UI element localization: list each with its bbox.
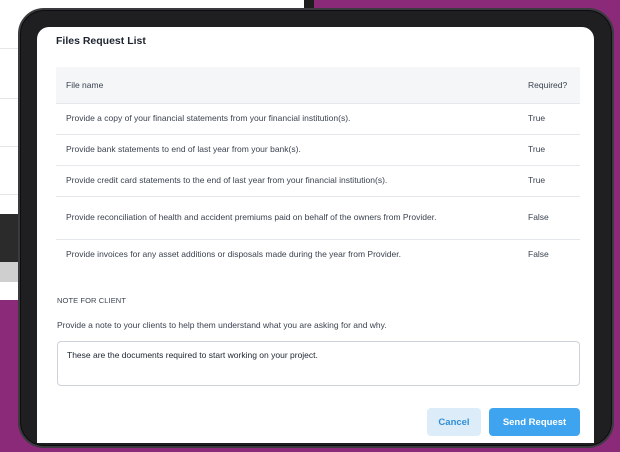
table-row: Provide bank statements to end of last y… [56,133,580,165]
file-name-cell: Provide a copy of your financial stateme… [56,102,518,134]
required-cell: True [518,102,580,134]
table-row: Provide reconciliation of health and acc… [56,195,580,239]
file-name-cell: Provide reconciliation of health and acc… [56,195,518,239]
table-header-row: File name Required? [56,67,580,103]
note-heading: NOTE FOR CLIENT [57,296,127,305]
required-cell: False [518,195,580,239]
cancel-button[interactable]: Cancel [427,408,481,436]
required-cell: True [518,133,580,165]
send-request-button[interactable]: Send Request [489,408,580,436]
table-row: Provide credit card statements to the en… [56,164,580,196]
note-description: Provide a note to your clients to help t… [57,320,387,330]
column-header-required: Required? [528,79,568,90]
file-name-cell: Provide invoices for any asset additions… [56,238,518,270]
required-cell: False [518,238,580,270]
required-cell: True [518,164,580,196]
column-header-file-name: File name [66,79,104,90]
files-request-modal: Files Request List File name Required? P… [37,27,594,443]
files-table: File name Required? Provide a copy of yo… [56,67,580,270]
note-textarea[interactable]: These are the documents required to star… [57,341,580,386]
table-row: Provide invoices for any asset additions… [56,238,580,270]
table-row: Provide a copy of your financial stateme… [56,102,580,134]
file-name-cell: Provide credit card statements to the en… [56,164,518,196]
modal-title: Files Request List [56,35,146,47]
file-name-cell: Provide bank statements to end of last y… [56,133,518,165]
